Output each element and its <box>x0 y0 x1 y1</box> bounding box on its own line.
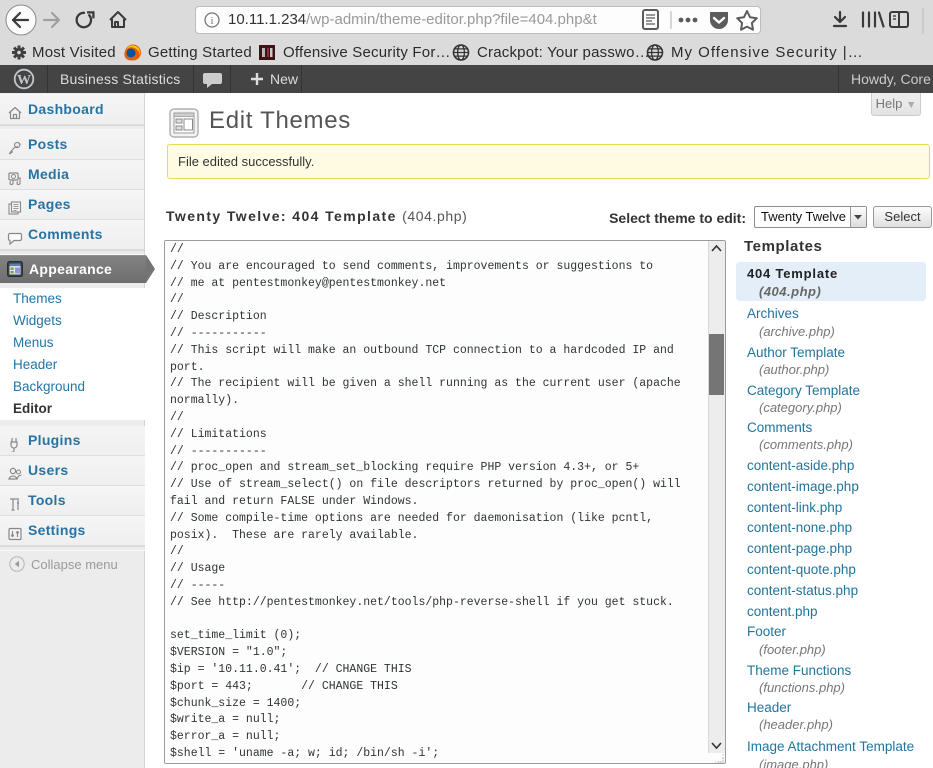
svg-text:i: i <box>210 15 213 27</box>
svg-text:New: New <box>270 71 299 87</box>
svg-text:W: W <box>17 73 31 88</box>
svg-text:Business Statistics: Business Statistics <box>60 71 181 87</box>
svg-text:Howdy, Core: Howdy, Core <box>851 71 931 87</box>
